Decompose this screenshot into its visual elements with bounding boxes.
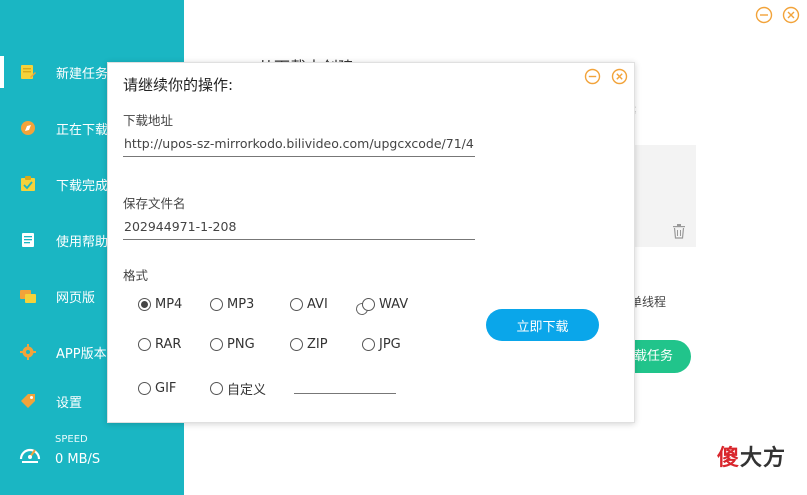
speed-label: SPEED — [55, 434, 88, 445]
completed-icon — [21, 176, 35, 191]
format-radio-gif[interactable]: GIF — [138, 379, 176, 397]
dialog-minimize-icon[interactable] — [584, 68, 601, 85]
format-radio-custom[interactable]: 自定义 — [210, 379, 266, 398]
downloading-icon — [21, 121, 35, 135]
format-radio-zip[interactable]: ZIP — [290, 335, 328, 353]
continue-dialog: 请继续你的操作: 下载地址 保存文件名 格式 MP4 MP3 AVI WAV R… — [107, 62, 635, 423]
web-icon — [20, 290, 36, 303]
sidebar-item-label: 设置 — [56, 396, 83, 411]
radio-circle — [210, 297, 223, 311]
radio-circle — [210, 381, 223, 395]
url-input[interactable] — [123, 131, 475, 157]
format-radio-mp3[interactable]: MP3 — [210, 295, 254, 313]
sidebar-item-label: 使用帮助 — [56, 235, 109, 250]
format-radio-jpg[interactable]: JPG — [362, 335, 401, 353]
filename-label: 保存文件名 — [123, 196, 186, 211]
minimize-icon[interactable] — [755, 6, 773, 24]
radio-circle — [138, 337, 151, 351]
radio-circle — [362, 297, 375, 311]
app-gear-icon — [20, 344, 36, 360]
filename-input[interactable] — [123, 214, 475, 240]
settings-tag-icon — [21, 394, 35, 408]
sidebar-item-label: 正在下载 — [56, 123, 109, 138]
sidebar-item-label: 新建任务 — [56, 67, 109, 82]
url-label: 下载地址 — [123, 113, 174, 128]
radio-circle — [138, 381, 151, 395]
help-doc-icon — [22, 233, 34, 247]
format-label: 格式 — [123, 268, 149, 283]
close-icon[interactable] — [782, 6, 800, 24]
trash-icon[interactable] — [672, 224, 686, 239]
sidebar-item-label: 下载完成 — [56, 179, 109, 194]
radio-circle — [210, 337, 223, 351]
speed-value: 0 MB/S — [55, 452, 101, 467]
dialog-close-icon[interactable] — [611, 68, 628, 85]
radio-circle — [290, 337, 303, 351]
format-radio-wav[interactable]: WAV — [362, 295, 408, 313]
sidebar-item-label: 网页版 — [56, 291, 96, 306]
format-radio-avi[interactable]: AVI — [290, 295, 328, 313]
speed-indicator: SPEED 0 MB/S — [18, 432, 178, 472]
radio-circle — [290, 297, 303, 311]
format-radio-rar[interactable]: RAR — [138, 335, 181, 353]
thread-mode-label: 单线程 — [630, 295, 667, 309]
format-radio-mp4[interactable]: MP4 — [138, 295, 182, 313]
new-task-icon — [21, 65, 36, 79]
format-radio-png[interactable]: PNG — [210, 335, 255, 353]
sidebar-item-label: APP版本 — [56, 347, 107, 362]
custom-format-input[interactable] — [294, 382, 396, 394]
speedometer-icon — [19, 448, 41, 463]
watermark-logo: 傻大方 — [717, 446, 787, 471]
dialog-title: 请继续你的操作: — [123, 76, 234, 94]
download-now-button[interactable]: 立即下载 — [486, 309, 599, 341]
radio-circle — [362, 337, 375, 351]
radio-circle — [138, 297, 151, 311]
